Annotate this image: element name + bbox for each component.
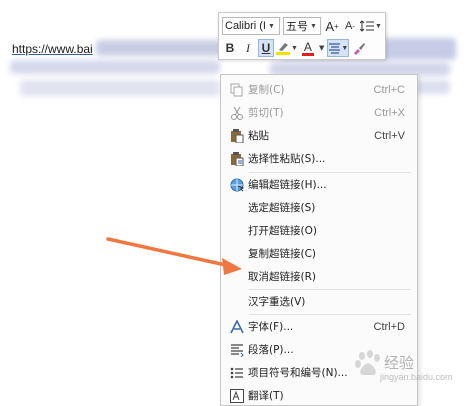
watermark-url: jingyan.baidu.com xyxy=(380,372,453,382)
watermark-text: 经验 xyxy=(384,354,415,372)
annotation-arrow xyxy=(106,237,242,275)
